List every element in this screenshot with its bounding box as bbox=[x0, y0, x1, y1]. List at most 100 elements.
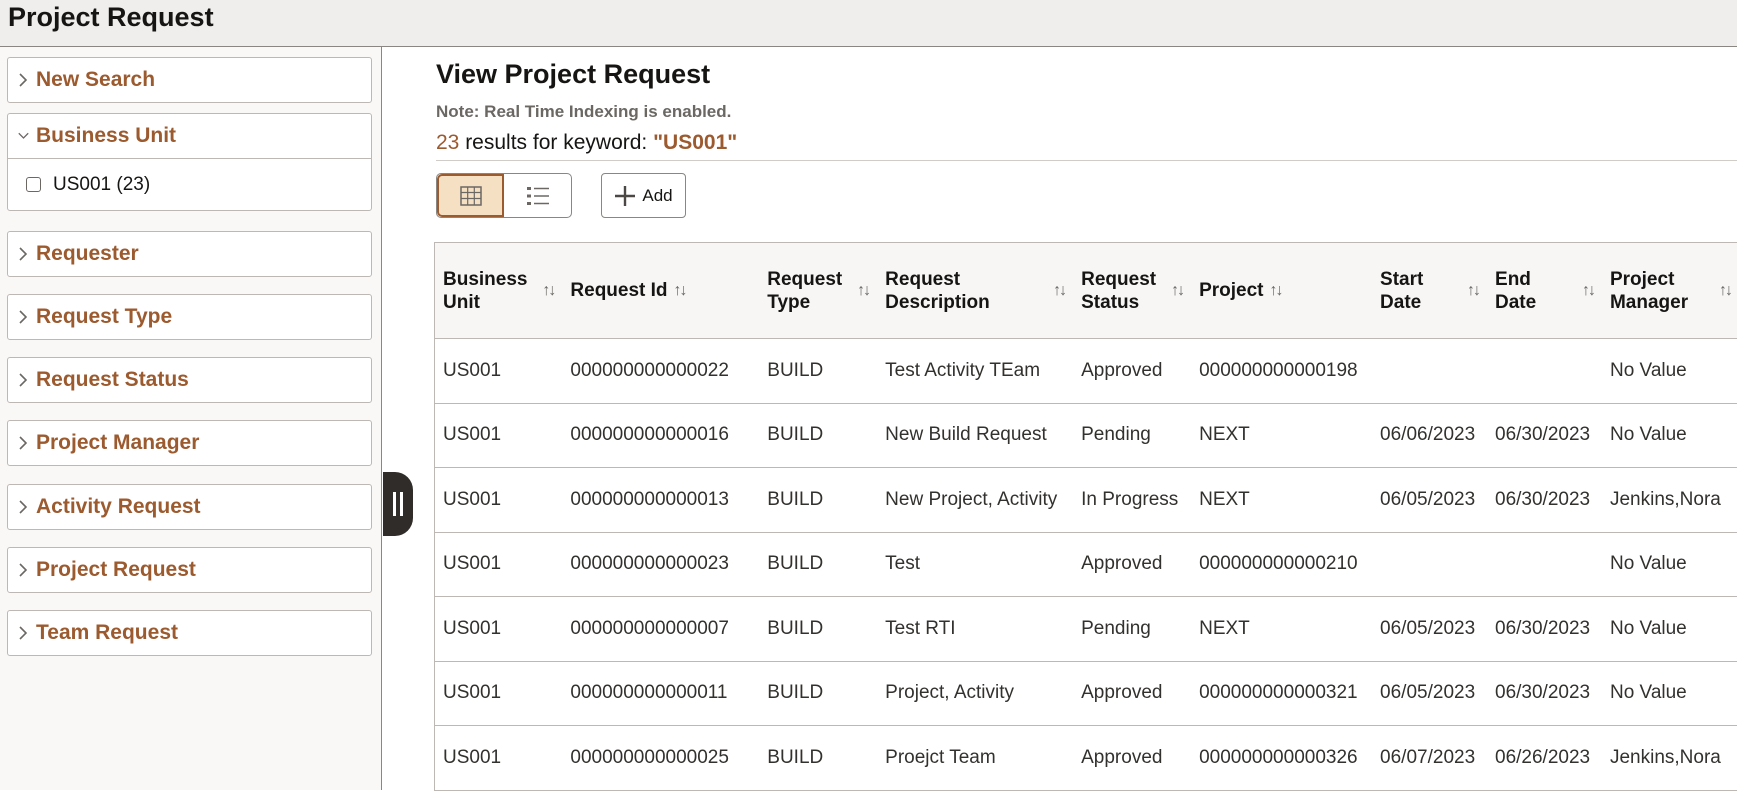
cell-request-type: BUILD bbox=[759, 339, 877, 404]
cell-project-manager: Jenkins,Nora bbox=[1602, 726, 1737, 791]
facet-option-us001[interactable]: US001 (23) bbox=[8, 158, 371, 210]
table-row[interactable]: US001000000000000025BUILDProejct TeamApp… bbox=[435, 726, 1737, 791]
facet-header[interactable]: Requester bbox=[8, 232, 371, 276]
facet-header[interactable]: Project Request bbox=[8, 548, 371, 592]
facet-label: Project Request bbox=[36, 558, 196, 582]
facet-header[interactable]: Activity Request bbox=[8, 485, 371, 529]
chevron-right-icon bbox=[8, 436, 30, 450]
table-row[interactable]: US001000000000000013BUILDNew Project, Ac… bbox=[435, 468, 1737, 533]
chevron-right-icon bbox=[8, 373, 30, 387]
cell-start-date: 06/05/2023 bbox=[1372, 597, 1487, 662]
facet-header[interactable]: Team Request bbox=[8, 611, 371, 655]
column-header-project[interactable]: Project ↑↓ bbox=[1191, 243, 1372, 339]
sort-icon[interactable]: ↑↓ bbox=[1719, 279, 1731, 302]
sort-icon[interactable]: ↑↓ bbox=[1270, 279, 1282, 302]
sort-icon[interactable]: ↑↓ bbox=[1582, 279, 1594, 302]
cell-request-status: In Progress bbox=[1073, 468, 1191, 533]
cell-request-description: Project, Activity bbox=[877, 661, 1073, 726]
facet-project-request[interactable]: Project Request bbox=[7, 547, 372, 593]
facet-new-search[interactable]: New Search bbox=[7, 57, 372, 103]
column-label: ProjectManager bbox=[1610, 268, 1688, 314]
facet-requester[interactable]: Requester bbox=[7, 231, 372, 277]
facet-header[interactable]: Project Manager bbox=[8, 421, 371, 465]
facet-activity-request[interactable]: Activity Request bbox=[7, 484, 372, 530]
column-header-start-date[interactable]: StartDate ↑↓ bbox=[1372, 243, 1487, 339]
table-row[interactable]: US001000000000000023BUILDTestApproved000… bbox=[435, 532, 1737, 597]
divider bbox=[436, 160, 1737, 161]
cell-request-type: BUILD bbox=[759, 661, 877, 726]
cell-start-date bbox=[1372, 339, 1487, 404]
table-row[interactable]: US001000000000000007BUILDTest RTIPending… bbox=[435, 597, 1737, 662]
column-label: StartDate bbox=[1380, 268, 1423, 314]
results-count: 23 bbox=[436, 131, 459, 154]
sort-icon[interactable]: ↑↓ bbox=[1467, 279, 1479, 302]
cell-project: NEXT bbox=[1191, 597, 1372, 662]
cell-request-type: BUILD bbox=[759, 532, 877, 597]
column-header-business-unit[interactable]: BusinessUnit ↑↓ bbox=[435, 243, 563, 339]
list-view-button[interactable] bbox=[504, 174, 571, 217]
grid-view-icon bbox=[460, 186, 482, 206]
facet-sidebar: New Search Business Unit US001 (23) Requ… bbox=[0, 47, 382, 790]
cell-start-date: 06/06/2023 bbox=[1372, 403, 1487, 468]
page-header: Project Request bbox=[0, 0, 1737, 47]
chevron-right-icon bbox=[8, 247, 30, 261]
facet-label: Team Request bbox=[36, 621, 178, 645]
cell-project: NEXT bbox=[1191, 468, 1372, 533]
facet-label: Project Manager bbox=[36, 431, 199, 455]
cell-request-description: New Build Request bbox=[877, 403, 1073, 468]
facet-business-unit[interactable]: Business Unit US001 (23) bbox=[7, 113, 372, 211]
table-row[interactable]: US001000000000000011BUILDProject, Activi… bbox=[435, 661, 1737, 726]
facet-header[interactable]: Request Status bbox=[8, 358, 371, 402]
grid-view-button[interactable] bbox=[437, 174, 504, 217]
column-header-request-status[interactable]: RequestStatus↑↓ bbox=[1073, 243, 1191, 339]
facet-request-status[interactable]: Request Status bbox=[7, 357, 372, 403]
sort-icon[interactable]: ↑↓ bbox=[857, 279, 869, 302]
column-header-request-id[interactable]: Request Id↑↓ bbox=[562, 243, 759, 339]
add-button[interactable]: Add bbox=[601, 173, 686, 218]
table-row[interactable]: US001000000000000016BUILDNew Build Reque… bbox=[435, 403, 1737, 468]
cell-request-type: BUILD bbox=[759, 597, 877, 662]
page-title: Project Request bbox=[8, 2, 214, 33]
column-header-request-type[interactable]: RequestType ↑↓ bbox=[759, 243, 877, 339]
cell-request-status: Approved bbox=[1073, 726, 1191, 791]
facet-checkbox[interactable] bbox=[26, 177, 41, 192]
cell-project-manager: No Value bbox=[1602, 532, 1737, 597]
facet-project-manager[interactable]: Project Manager bbox=[7, 420, 372, 466]
cell-end-date: 06/30/2023 bbox=[1487, 468, 1602, 533]
facet-label: Request Type bbox=[36, 305, 172, 329]
facet-label: Requester bbox=[36, 242, 139, 266]
cell-project: 000000000000321 bbox=[1191, 661, 1372, 726]
column-label: Project bbox=[1199, 279, 1263, 302]
sort-icon[interactable]: ↑↓ bbox=[1171, 279, 1183, 302]
cell-request-description: Test bbox=[877, 532, 1073, 597]
sort-icon[interactable]: ↑↓ bbox=[674, 279, 686, 302]
sidebar-collapse-handle[interactable] bbox=[383, 472, 413, 536]
cell-request-description: Test Activity TEam bbox=[877, 339, 1073, 404]
cell-start-date: 06/05/2023 bbox=[1372, 661, 1487, 726]
cell-end-date bbox=[1487, 339, 1602, 404]
facet-header[interactable]: New Search bbox=[8, 58, 371, 102]
column-label: BusinessUnit bbox=[443, 268, 527, 314]
results-table: BusinessUnit ↑↓ Request Id↑↓ RequestType ↑… bbox=[434, 242, 1737, 791]
cell-business-unit: US001 bbox=[435, 726, 563, 791]
results-summary: 23 results for keyword: "US001" bbox=[436, 131, 737, 155]
facet-request-type[interactable]: Request Type bbox=[7, 294, 372, 340]
chevron-right-icon bbox=[8, 73, 30, 87]
facet-team-request[interactable]: Team Request bbox=[7, 610, 372, 656]
cell-project: 000000000000210 bbox=[1191, 532, 1372, 597]
table-row[interactable]: US001000000000000022BUILDTest Activity T… bbox=[435, 339, 1737, 404]
column-label: RequestType bbox=[767, 268, 842, 314]
chevron-down-icon bbox=[8, 129, 30, 143]
table-header-row: BusinessUnit ↑↓ Request Id↑↓ RequestType ↑… bbox=[435, 243, 1737, 339]
facet-header[interactable]: Request Type bbox=[8, 295, 371, 339]
column-header-project-manager[interactable]: ProjectManager ↑↓ bbox=[1602, 243, 1737, 339]
sort-icon[interactable]: ↑↓ bbox=[542, 279, 554, 302]
facet-header[interactable]: Business Unit bbox=[8, 114, 371, 158]
cell-project: NEXT bbox=[1191, 403, 1372, 468]
cell-business-unit: US001 bbox=[435, 597, 563, 662]
cell-request-id: 000000000000011 bbox=[562, 661, 759, 726]
column-header-request-description[interactable]: RequestDescription↑↓ bbox=[877, 243, 1073, 339]
sort-icon[interactable]: ↑↓ bbox=[1053, 279, 1065, 302]
column-header-end-date[interactable]: EndDate↑↓ bbox=[1487, 243, 1602, 339]
cell-business-unit: US001 bbox=[435, 403, 563, 468]
